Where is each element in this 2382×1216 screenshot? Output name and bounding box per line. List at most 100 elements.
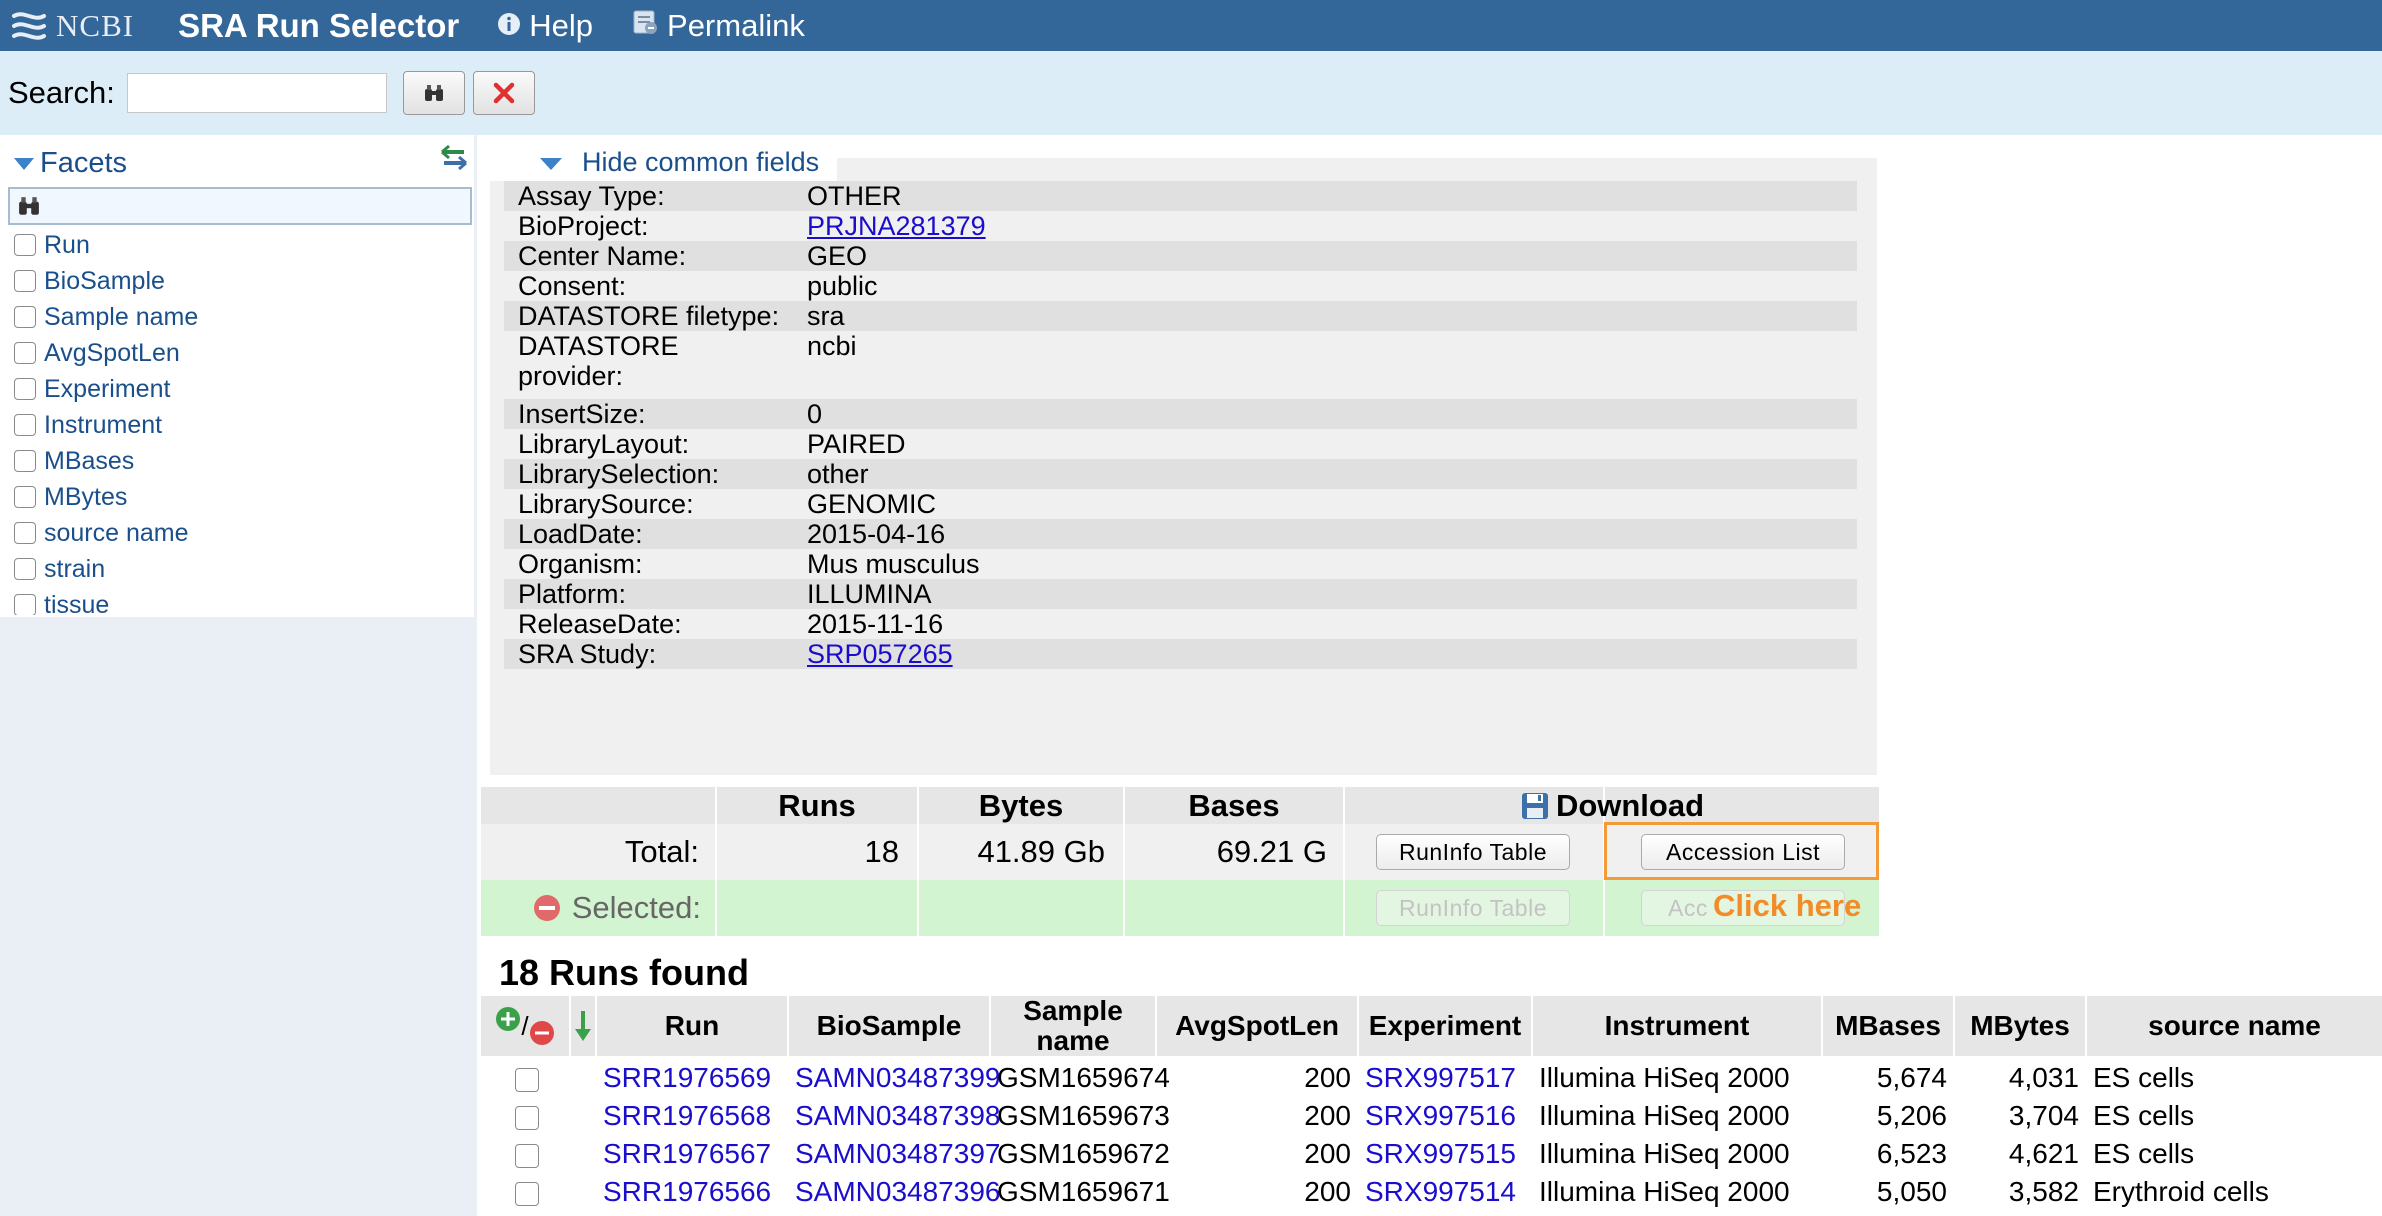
common-field-value: 2015-04-16 xyxy=(807,519,946,549)
facet-checkbox[interactable] xyxy=(14,522,36,544)
facet-item[interactable]: MBytes xyxy=(14,479,474,515)
column-header-sample-name[interactable]: Sample name xyxy=(991,996,1155,1056)
facet-list: Run BioSample Sample name AvgSpotLen Exp… xyxy=(14,227,474,615)
column-header-biosample[interactable]: BioSample xyxy=(789,996,989,1056)
column-header-instrument[interactable]: Instrument xyxy=(1533,996,1821,1056)
common-field-value: 2015-11-16 xyxy=(807,609,944,639)
row-checkbox[interactable] xyxy=(515,1068,539,1092)
app-title: SRA Run Selector xyxy=(178,6,460,44)
runinfo-table-selected-button: RunInfo Table xyxy=(1376,890,1570,926)
cell-sample-name: GSM1659674 xyxy=(997,1062,1170,1093)
select-all-header[interactable]: / xyxy=(481,996,569,1056)
cell-avgspotlen: 200 xyxy=(1304,1100,1351,1131)
cell-biosample: SAMN03487398 xyxy=(795,1097,1000,1135)
cell-avgspotlen: 200 xyxy=(1304,1138,1351,1169)
swap-facets-button[interactable] xyxy=(438,143,470,176)
column-header-avgspotlen[interactable]: AvgSpotLen xyxy=(1157,996,1357,1056)
row-checkbox[interactable] xyxy=(515,1106,539,1130)
facets-sidebar: Facets Run BioSample Sample name AvgSpot… xyxy=(0,135,477,1216)
common-field-key: DATASTORE filetype: xyxy=(518,301,780,331)
row-checkbox[interactable] xyxy=(515,1144,539,1168)
common-field-value: SRP057265 xyxy=(807,639,953,669)
common-field-value: ncbi xyxy=(807,331,857,361)
facet-checkbox[interactable] xyxy=(14,414,36,436)
biosample-link[interactable]: SAMN03487398 xyxy=(795,1100,1000,1132)
search-input[interactable] xyxy=(126,73,387,113)
cell-mbases: 5,050 xyxy=(1876,1176,1947,1207)
cell-run: SRR1976568 xyxy=(603,1097,781,1135)
facet-item[interactable]: AvgSpotLen xyxy=(14,335,474,371)
facet-item[interactable]: MBases xyxy=(14,443,474,479)
facet-checkbox[interactable] xyxy=(14,270,36,292)
facet-checkbox[interactable] xyxy=(14,342,36,364)
experiment-link[interactable]: SRX997517 xyxy=(1365,1062,1516,1094)
facet-item[interactable]: Instrument xyxy=(14,407,474,443)
run-link[interactable]: SRR1976566 xyxy=(603,1176,771,1208)
run-link[interactable]: SRR1976568 xyxy=(603,1100,771,1132)
cell-avgspotlen: 200 xyxy=(1304,1176,1351,1207)
facet-checkbox[interactable] xyxy=(14,306,36,328)
facet-checkbox[interactable] xyxy=(14,234,36,256)
facet-item[interactable]: BioSample xyxy=(14,263,474,299)
cell-mbytes: 3,704 xyxy=(2008,1100,2079,1131)
column-header-source-name[interactable]: source name xyxy=(2087,996,2382,1056)
column-header-mbases[interactable]: MBases xyxy=(1823,996,1953,1056)
cell-mbases: 6,523 xyxy=(1876,1138,1947,1169)
common-field-row: Consent: public xyxy=(504,271,1857,301)
facet-item[interactable]: Run xyxy=(14,227,474,263)
facet-checkbox[interactable] xyxy=(14,450,36,472)
facets-title: Facets xyxy=(40,147,128,179)
common-field-row: LibraryLayout: PAIRED xyxy=(504,429,1857,459)
facet-item[interactable]: source name xyxy=(14,515,474,551)
experiment-link[interactable]: SRX997514 xyxy=(1365,1176,1516,1208)
facet-item[interactable]: strain xyxy=(14,551,474,587)
facet-checkbox[interactable] xyxy=(14,486,36,508)
column-header-mbytes[interactable]: MBytes xyxy=(1955,996,2085,1056)
common-field-key: SRA Study: xyxy=(518,639,657,669)
table-row: SRR1976566 SAMN03487396 GSM1659671 200 SRX99… xyxy=(481,1173,2382,1211)
experiment-link[interactable]: SRX997516 xyxy=(1365,1100,1516,1132)
runinfo-table-button[interactable]: RunInfo Table xyxy=(1376,834,1570,870)
permalink-link[interactable]: Permalink xyxy=(631,8,805,44)
help-link[interactable]: Help xyxy=(497,8,593,44)
common-field-link[interactable]: SRP057265 xyxy=(807,639,953,669)
cell-source-name: ES cells xyxy=(2093,1100,2195,1131)
common-field-link[interactable]: PRJNA281379 xyxy=(807,211,986,241)
common-field-row: LibrarySelection: other xyxy=(504,459,1857,489)
common-field-key: LibrarySource: xyxy=(518,489,694,519)
row-checkbox[interactable] xyxy=(515,1182,539,1206)
facet-checkbox[interactable] xyxy=(14,594,36,615)
close-icon xyxy=(493,82,515,104)
common-field-row: SRA Study: SRP057265 xyxy=(504,639,1857,669)
common-field-value: public xyxy=(807,271,878,301)
search-button[interactable] xyxy=(402,71,465,115)
run-link[interactable]: SRR1976567 xyxy=(603,1138,771,1170)
facets-toggle[interactable]: Facets xyxy=(12,147,127,180)
experiment-link[interactable]: SRX997515 xyxy=(1365,1138,1516,1170)
facet-item[interactable]: tissue xyxy=(14,587,474,615)
clear-search-button[interactable] xyxy=(472,71,535,115)
column-header-run[interactable]: Run xyxy=(597,996,787,1056)
minus-circle-icon xyxy=(529,1021,554,1045)
common-field-value: ILLUMINA xyxy=(807,579,932,609)
biosample-link[interactable]: SAMN03487397 xyxy=(795,1138,1000,1170)
ncbi-logo[interactable]: NCBI xyxy=(8,8,134,44)
cell-instrument: Illumina HiSeq 2000 xyxy=(1539,1176,1790,1207)
common-field-key: Consent: xyxy=(518,271,627,301)
common-field-key: Assay Type: xyxy=(518,181,665,211)
cell-biosample: SAMN03487396 xyxy=(795,1173,1000,1211)
facet-checkbox[interactable] xyxy=(14,558,36,580)
hide-common-fields-toggle[interactable]: Hide common fields xyxy=(490,143,838,181)
biosample-link[interactable]: SAMN03487396 xyxy=(795,1176,1000,1208)
permalink-icon xyxy=(633,10,658,34)
common-field-row: Center Name: GEO xyxy=(504,241,1857,271)
facet-item[interactable]: Experiment xyxy=(14,371,474,407)
facet-item[interactable]: Sample name xyxy=(14,299,474,335)
sort-header[interactable] xyxy=(571,996,595,1056)
biosample-link[interactable]: SAMN03487399 xyxy=(795,1062,1000,1094)
facet-checkbox[interactable] xyxy=(14,378,36,400)
facet-filter-input[interactable] xyxy=(8,187,472,225)
column-header-experiment[interactable]: Experiment xyxy=(1359,996,1531,1056)
cell-experiment: SRX997514 xyxy=(1365,1173,1525,1211)
run-link[interactable]: SRR1976569 xyxy=(603,1062,771,1094)
